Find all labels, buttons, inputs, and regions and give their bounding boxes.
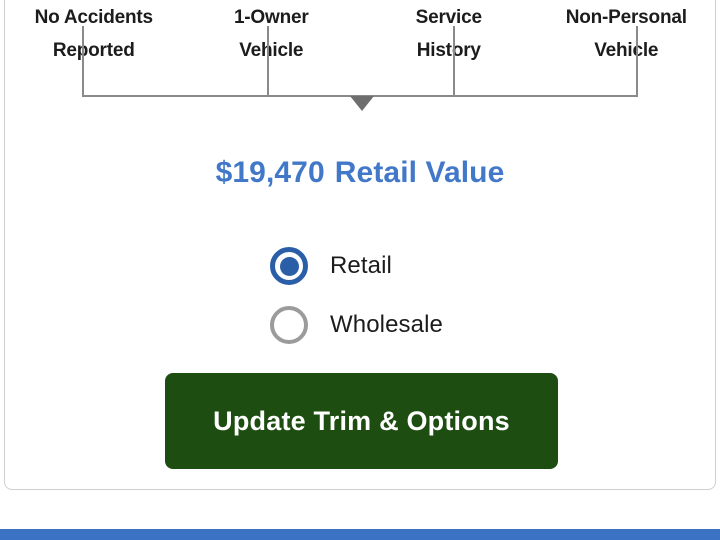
radio-option-retail[interactable]: Retail xyxy=(5,236,715,295)
price-type-radio-group[interactable]: Retail Wholesale xyxy=(5,236,715,354)
value-amount: $19,470 xyxy=(215,156,325,189)
highlight-line-1: Non-Personal xyxy=(565,7,687,28)
update-trim-and-options-button[interactable]: Update Trim & Options xyxy=(165,373,558,469)
highlight-line-2: Vehicle xyxy=(594,40,659,61)
screen: No Accidents Reported 1-Owner Vehicle Se… xyxy=(0,0,720,540)
retail-value-headline: $19,470 Retail Value xyxy=(5,156,715,190)
highlight-line-1: No Accidents xyxy=(34,7,154,28)
radio-option-retail-label: Retail xyxy=(330,251,392,279)
highlight-no-accidents: No Accidents Reported xyxy=(5,1,183,67)
radio-unselected-icon[interactable] xyxy=(270,305,308,344)
highlight-line-1: 1-Owner xyxy=(233,7,309,28)
radio-option-wholesale-label: Wholesale xyxy=(330,310,443,338)
highlight-line-1: Service xyxy=(415,7,482,28)
value-label: Retail Value xyxy=(334,156,505,189)
highlight-one-owner: 1-Owner Vehicle xyxy=(183,1,361,67)
highlight-service-history: Service History xyxy=(360,1,538,67)
highlight-line-2: History xyxy=(416,40,481,61)
radio-selected-icon[interactable] xyxy=(270,246,308,285)
highlight-non-personal: Non-Personal Vehicle xyxy=(538,1,716,67)
bottom-accent-bar xyxy=(0,529,720,540)
scale-marker-triangle-icon xyxy=(350,96,374,111)
radio-option-wholesale[interactable]: Wholesale xyxy=(5,295,715,354)
history-highlights: No Accidents Reported 1-Owner Vehicle Se… xyxy=(5,1,715,67)
highlight-line-2: Vehicle xyxy=(239,40,304,61)
vehicle-value-card: No Accidents Reported 1-Owner Vehicle Se… xyxy=(4,0,716,490)
highlight-line-2: Reported xyxy=(52,40,135,61)
